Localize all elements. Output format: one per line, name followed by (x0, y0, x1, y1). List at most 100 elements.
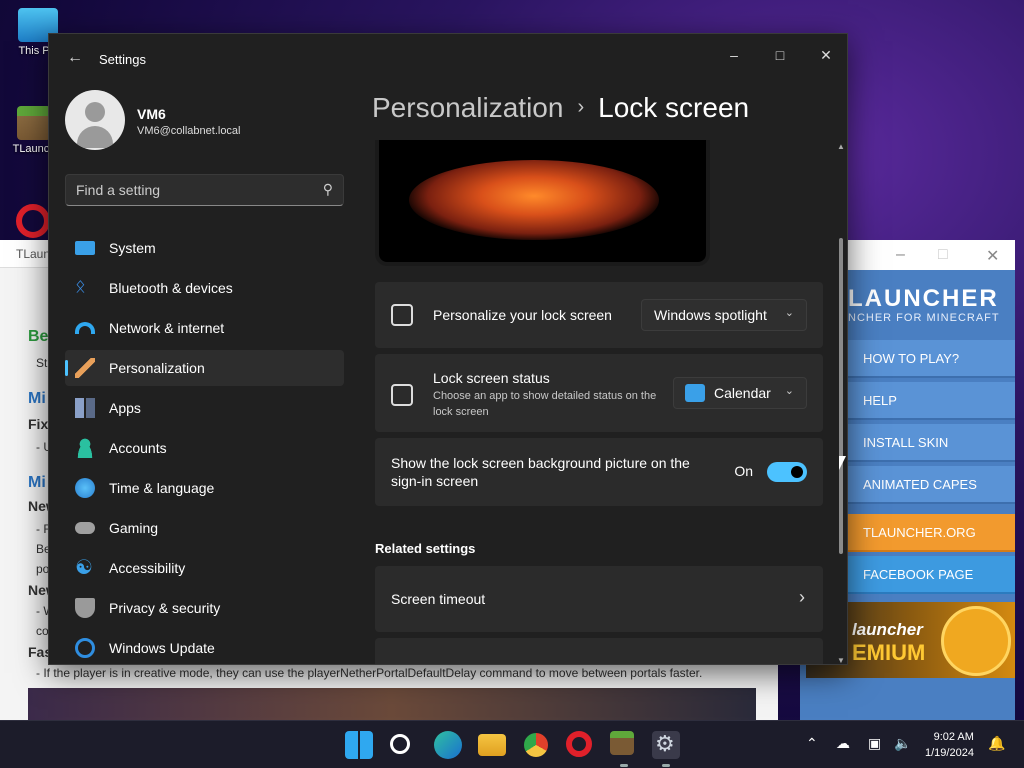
sidebar-item-label: Windows Update (109, 640, 215, 656)
doc-line: Mi (28, 474, 46, 491)
sidebar-item-accounts[interactable]: Accounts (65, 430, 344, 466)
chevron-down-icon: ⌄ (784, 307, 794, 319)
doc-line: Mi (28, 390, 46, 407)
cloud-icon[interactable]: ☁ (836, 735, 850, 752)
scroll-down-icon[interactable]: ▼ (837, 656, 845, 664)
close-icon[interactable]: ✕ (986, 246, 999, 266)
close-button[interactable]: ✕ (803, 40, 847, 70)
scrollbar[interactable]: ▲ ▼ (837, 142, 845, 664)
gear-icon: ⚙ (655, 731, 675, 756)
related-settings-heading: Related settings (375, 541, 476, 556)
sidebar-item-accessibility[interactable]: ☯ Accessibility (65, 550, 344, 586)
volume-icon[interactable]: 🔈 (894, 735, 911, 752)
brush-icon (75, 358, 95, 378)
sidebar-item-windows-update[interactable]: Windows Update (65, 630, 344, 664)
maximize-button[interactable]: □ (757, 40, 803, 70)
screen-timeout-link[interactable]: Screen timeout › (375, 566, 823, 632)
breadcrumb-parent[interactable]: Personalization (372, 92, 563, 123)
signin-background-card: Show the lock screen background picture … (375, 438, 823, 506)
user-name: VM6 (137, 106, 166, 122)
status-dropdown[interactable]: Calendar ⌄ (673, 377, 807, 409)
premium-mascot-icon (941, 606, 1011, 676)
toggle-knob (791, 466, 803, 478)
sidebar-item-privacy[interactable]: Privacy & security (65, 590, 344, 626)
globe-icon (75, 478, 95, 498)
calendar-icon (685, 384, 705, 402)
card-title: Show the lock screen background picture … (391, 455, 690, 489)
chevron-right-icon: › (799, 587, 805, 607)
sidebar-item-system[interactable]: System (65, 230, 344, 266)
file-explorer-icon[interactable] (478, 734, 506, 756)
sidebar-item-label: Bluetooth & devices (109, 280, 233, 296)
edge-icon[interactable] (434, 731, 462, 759)
menu-animated-capes[interactable]: ANIMATED CAPES (848, 466, 1015, 504)
sidebar-item-label: Network & internet (109, 320, 225, 336)
sidebar-item-bluetooth[interactable]: ᛟ Bluetooth & devices (65, 270, 344, 306)
back-button[interactable]: ← (63, 46, 87, 70)
settings-window: ← Settings – □ ✕ VM6 VM6@collabnet.local… (48, 33, 848, 665)
sidebar-item-label: Accounts (109, 440, 167, 456)
start-button[interactable] (345, 731, 373, 759)
avatar[interactable] (65, 90, 125, 150)
search-taskbar-icon[interactable] (390, 734, 410, 754)
settings-taskbar-icon[interactable]: ⚙ (652, 731, 680, 767)
menu-install-skin[interactable]: INSTALL SKIN (848, 424, 1015, 462)
chevron-up-icon[interactable]: ⌃ (806, 735, 818, 752)
card-description: Choose an app to show detailed status on… (433, 390, 657, 418)
card-title: Screen timeout (391, 591, 486, 607)
scrollbar-thumb[interactable] (839, 238, 843, 554)
network-icon[interactable]: ▣ (868, 735, 881, 752)
sidebar-item-personalization[interactable]: Personalization (65, 350, 344, 386)
dropdown-value: Windows spotlight (654, 307, 767, 323)
taskbar: ⚙ ⌃ ☁ ▣ 🔈 9:02 AM 1/19/2024 🔔 (0, 720, 1024, 768)
gamepad-icon (75, 522, 95, 534)
mouse-cursor (839, 456, 846, 470)
sidebar-item-network[interactable]: Network & internet (65, 310, 344, 346)
sidebar-item-label: Apps (109, 400, 141, 416)
doc-line: - If the player is in creative mode, the… (36, 666, 703, 680)
bluetooth-icon: ᛟ (75, 276, 86, 296)
premium-line1: launcher (852, 620, 923, 639)
signin-background-toggle[interactable] (767, 462, 807, 482)
lock-screen-preview (375, 140, 710, 266)
brand-title: LAUNCHER (848, 285, 999, 312)
accessibility-icon: ☯ (75, 557, 93, 579)
opera-icon[interactable] (566, 731, 592, 757)
clock[interactable]: 9:02 AM 1/19/2024 (925, 729, 974, 761)
minecraft-block-icon (17, 106, 51, 140)
chevron-right-icon: › (577, 96, 585, 118)
card-title: Personalize your lock screen (433, 307, 612, 323)
avatar-body (77, 126, 113, 148)
next-related-link[interactable] (375, 638, 823, 664)
menu-help[interactable]: HELP (848, 382, 1015, 420)
chrome-icon[interactable] (522, 731, 550, 759)
shield-icon (75, 598, 95, 618)
minecraft-icon[interactable] (610, 731, 634, 767)
sidebar-item-gaming[interactable]: Gaming (65, 510, 344, 546)
notification-bell-icon[interactable]: 🔔 (988, 735, 1005, 752)
status-icon (391, 384, 413, 406)
menu-facebook-page[interactable]: FACEBOOK PAGE (848, 556, 1015, 594)
wifi-icon (75, 322, 95, 334)
minimize-button[interactable]: – (711, 40, 757, 70)
personalize-dropdown[interactable]: Windows spotlight ⌄ (641, 299, 807, 331)
doc-line: co (36, 624, 49, 638)
opera-desktop-icon[interactable] (16, 204, 50, 238)
search-input[interactable]: Find a setting ⚲ (65, 174, 344, 206)
sidebar-item-time-language[interactable]: Time & language (65, 470, 344, 506)
maximize-icon[interactable]: □ (938, 246, 948, 264)
menu-how-to-play[interactable]: HOW TO PLAY? (848, 340, 1015, 378)
scroll-up-icon[interactable]: ▲ (837, 142, 845, 151)
doc-line: St (36, 356, 48, 370)
minimize-icon[interactable]: – (896, 246, 905, 264)
menu-tlauncher-org[interactable]: TLAUNCHER.ORG (848, 514, 1015, 552)
avatar-head (85, 102, 105, 122)
sidebar-item-label: Time & language (109, 480, 215, 496)
clock-time: 9:02 AM (933, 731, 974, 743)
preview-image (409, 160, 659, 240)
sidebar-item-apps[interactable]: Apps (65, 390, 344, 426)
sidebar-item-label: Personalization (109, 360, 205, 376)
premium-line2: EMIUM (852, 640, 926, 665)
apps-icon (75, 398, 95, 418)
sidebar-item-label: Privacy & security (109, 600, 221, 616)
